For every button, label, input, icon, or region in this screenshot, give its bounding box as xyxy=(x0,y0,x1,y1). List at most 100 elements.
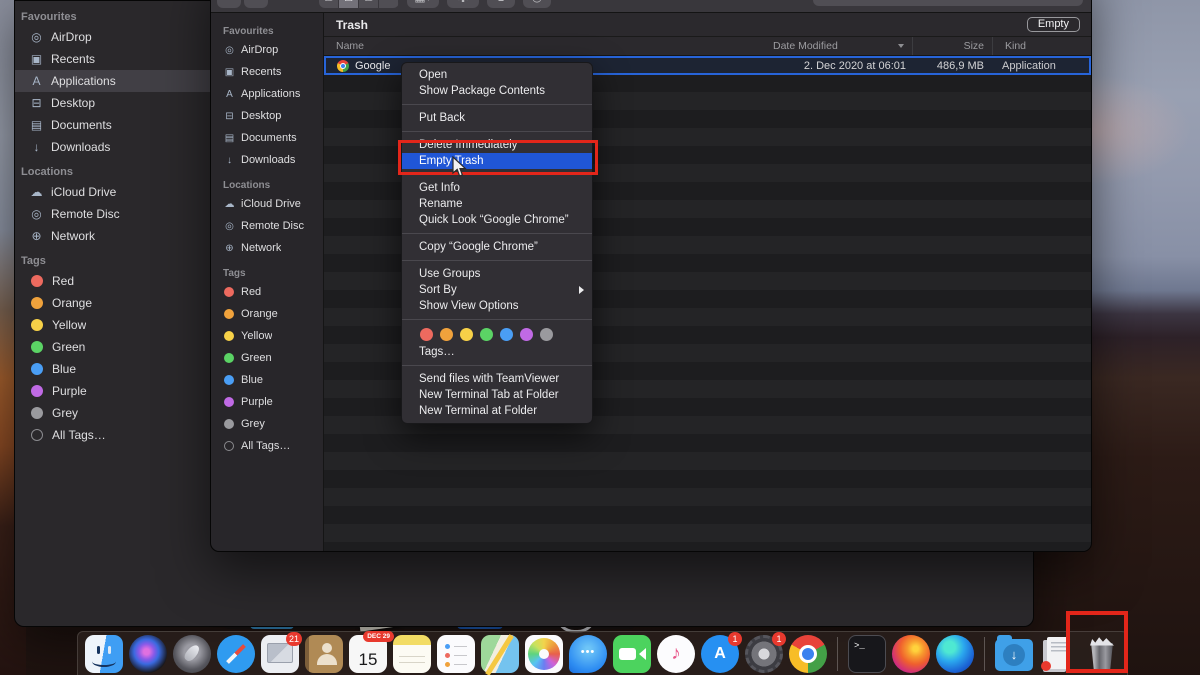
front-sidebar-item-green[interactable]: Green xyxy=(211,347,323,369)
menu-item-put-back[interactable]: Put Back xyxy=(402,110,592,126)
icon-view-icon[interactable]: ▦ xyxy=(319,0,339,8)
front-sidebar-item-orange[interactable]: Orange xyxy=(211,303,323,325)
menu-tag-dot-5[interactable] xyxy=(520,328,533,341)
group-button[interactable]: ▦▾ xyxy=(407,0,439,8)
back-sidebar-item-green[interactable]: Green xyxy=(15,336,211,358)
dock-icon-itunes[interactable]: ♪ xyxy=(657,635,695,673)
back-sidebar-item-desktop[interactable]: ⊟Desktop xyxy=(15,92,211,114)
back-sidebar-item-blue[interactable]: Blue xyxy=(15,358,211,380)
menu-tag-dot-3[interactable] xyxy=(480,328,493,341)
front-sidebar-item-grey[interactable]: Grey xyxy=(211,413,323,435)
menu-tag-dot-4[interactable] xyxy=(500,328,513,341)
back-sidebar-item-recents[interactable]: ▣Recents xyxy=(15,48,211,70)
dock-icon-edge[interactable] xyxy=(936,635,974,673)
network-icon: ⊕ xyxy=(29,229,44,244)
back-sidebar-item-airdrop[interactable]: ◎AirDrop xyxy=(15,26,211,48)
dock-icon-maps[interactable] xyxy=(481,635,519,673)
maps-icon xyxy=(481,635,519,673)
view-switcher[interactable]: ▦▤▥▭ xyxy=(319,0,399,8)
front-sidebar-item-downloads[interactable]: ↓Downloads xyxy=(211,149,323,171)
menu-item-show-view-options[interactable]: Show View Options xyxy=(402,298,592,314)
column-view-icon[interactable]: ▥ xyxy=(359,0,379,8)
dock-icon-photos[interactable] xyxy=(525,635,563,673)
dock-icon-siri[interactable] xyxy=(129,635,167,673)
dock-icon-messages[interactable]: ••• xyxy=(569,635,607,673)
back-sidebar-item-network[interactable]: ⊕Network xyxy=(15,225,211,247)
menu-item-new-terminal-tab-at-folder[interactable]: New Terminal Tab at Folder xyxy=(402,387,592,403)
tags-button[interactable]: ◎ xyxy=(523,0,551,8)
search-field[interactable]: Search xyxy=(813,0,1083,6)
notes-icon xyxy=(393,635,431,673)
back-sidebar-item-icloud-drive[interactable]: ☁iCloud Drive xyxy=(15,181,211,203)
front-sidebar-item-applications[interactable]: AApplications xyxy=(211,83,323,105)
front-sidebar-item-label: Documents xyxy=(241,132,297,144)
column-header-size[interactable]: Size xyxy=(912,37,992,55)
column-header-date-modified[interactable]: Date Modified xyxy=(769,37,912,55)
column-header-name[interactable]: Name xyxy=(324,37,769,55)
front-sidebar-item-recents[interactable]: ▣Recents xyxy=(211,61,323,83)
menu-item-tags[interactable]: Tags… xyxy=(402,344,592,360)
front-sidebar-item-desktop[interactable]: ⊟Desktop xyxy=(211,105,323,127)
back-sidebar-item-red[interactable]: Red xyxy=(15,270,211,292)
dock-icon-sysprefs[interactable]: 1 xyxy=(745,635,783,673)
back-button[interactable]: ‹ xyxy=(217,0,241,8)
menu-item-rename[interactable]: Rename xyxy=(402,196,592,212)
dock-icon-appstore[interactable]: A1 xyxy=(701,635,739,673)
dock-icon-notes[interactable] xyxy=(393,635,431,673)
dock-icon-mail[interactable]: 21 xyxy=(261,635,299,673)
back-sidebar-item-remote-disc[interactable]: ◎Remote Disc xyxy=(15,203,211,225)
front-sidebar-item-airdrop[interactable]: ◎AirDrop xyxy=(211,39,323,61)
front-sidebar-item-blue[interactable]: Blue xyxy=(211,369,323,391)
menu-item-quick-look-google-chrome[interactable]: Quick Look “Google Chrome” xyxy=(402,212,592,228)
forward-button[interactable]: › xyxy=(244,0,268,8)
menu-item-sort-by[interactable]: Sort By xyxy=(402,282,592,298)
empty-trash-button[interactable]: Empty xyxy=(1027,17,1080,32)
dock-icon-facetime[interactable] xyxy=(613,635,651,673)
back-sidebar-item-all-tags[interactable]: All Tags… xyxy=(15,424,211,446)
grey-tag-icon xyxy=(31,407,43,419)
front-sidebar-item-purple[interactable]: Purple xyxy=(211,391,323,413)
front-sidebar-item-all-tags[interactable]: All Tags… xyxy=(211,435,323,457)
list-view-icon[interactable]: ▤ xyxy=(339,0,359,8)
front-sidebar-item-network[interactable]: ⊕Network xyxy=(211,237,323,259)
dock-icon-downloads[interactable]: ↓ xyxy=(995,635,1033,673)
back-sidebar-item-orange[interactable]: Orange xyxy=(15,292,211,314)
dock-icon-chrome[interactable] xyxy=(789,635,827,673)
back-sidebar-item-grey[interactable]: Grey xyxy=(15,402,211,424)
dock-icon-reminders[interactable] xyxy=(437,635,475,673)
back-sidebar-item-yellow[interactable]: Yellow xyxy=(15,314,211,336)
back-sidebar-item-applications[interactable]: AApplications xyxy=(15,70,211,92)
front-sidebar-item-red[interactable]: Red xyxy=(211,281,323,303)
dock-icon-finder[interactable] xyxy=(85,635,123,673)
yellow-tag-icon xyxy=(224,331,234,341)
back-sidebar-item-downloads[interactable]: ↓Downloads xyxy=(15,136,211,158)
dock-icon-launchpad[interactable] xyxy=(173,635,211,673)
dock-icon-terminal[interactable]: >_ xyxy=(848,635,886,673)
dock-icon-safari[interactable] xyxy=(217,635,255,673)
column-header-kind[interactable]: Kind xyxy=(992,37,1091,55)
dock-icon-calendar[interactable]: 15DEC 29 xyxy=(349,635,387,673)
menu-tag-dot-2[interactable] xyxy=(460,328,473,341)
dock-icon-contacts[interactable] xyxy=(305,635,343,673)
action-gear-button[interactable]: ✱ xyxy=(447,0,479,8)
menu-tag-dot-1[interactable] xyxy=(440,328,453,341)
menu-item-show-package-contents[interactable]: Show Package Contents xyxy=(402,83,592,99)
share-button[interactable]: ↥ xyxy=(487,0,515,8)
menu-tag-dot-6[interactable] xyxy=(540,328,553,341)
menu-item-copy-google-chrome[interactable]: Copy “Google Chrome” xyxy=(402,239,592,255)
menu-item-use-groups[interactable]: Use Groups xyxy=(402,266,592,282)
front-sidebar-item-yellow[interactable]: Yellow xyxy=(211,325,323,347)
menu-item-open[interactable]: Open xyxy=(402,67,592,83)
menu-tag-dot-0[interactable] xyxy=(420,328,433,341)
front-sidebar-item-documents[interactable]: ▤Documents xyxy=(211,127,323,149)
menu-item-send-files-with-teamviewer[interactable]: Send files with TeamViewer xyxy=(402,371,592,387)
back-sidebar-item-purple[interactable]: Purple xyxy=(15,380,211,402)
back-sidebar-item-documents[interactable]: ▤Documents xyxy=(15,114,211,136)
menu-item-get-info[interactable]: Get Info xyxy=(402,180,592,196)
front-sidebar-item-icloud-drive[interactable]: ☁iCloud Drive xyxy=(211,193,323,215)
gallery-view-icon[interactable]: ▭ xyxy=(379,0,399,8)
dock-icon-firefox[interactable] xyxy=(892,635,930,673)
dock-separator xyxy=(984,637,985,671)
front-sidebar-item-remote-disc[interactable]: ◎Remote Disc xyxy=(211,215,323,237)
menu-item-new-terminal-at-folder[interactable]: New Terminal at Folder xyxy=(402,403,592,419)
